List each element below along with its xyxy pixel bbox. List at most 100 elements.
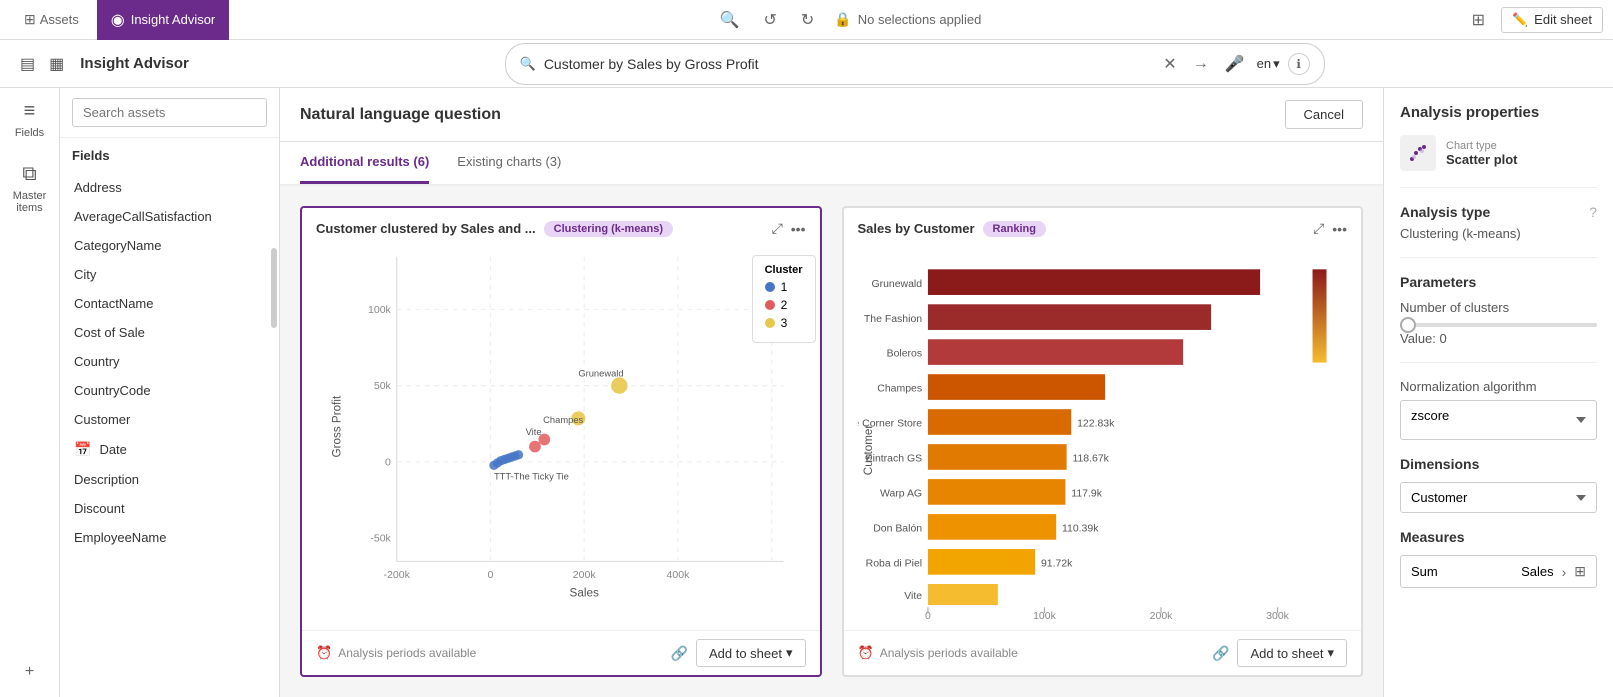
field-item-employeename[interactable]: EmployeeName: [60, 523, 279, 552]
expand-chart-2-btn[interactable]: ⤢: [1313, 220, 1324, 237]
nlq-title: Natural language question: [300, 106, 501, 124]
svg-text:Grunewald: Grunewald: [871, 279, 922, 290]
submit-search-btn[interactable]: →: [1189, 51, 1213, 77]
scatter-plot-svg: 100k 50k 0 -50k -200k 0 200k 400k Sales …: [316, 245, 806, 620]
field-item-date[interactable]: 📅 Date: [60, 434, 279, 465]
dim-select[interactable]: Customer: [1400, 482, 1597, 513]
redo-btn[interactable]: ↻: [797, 6, 818, 34]
legend-dot-2: [765, 300, 775, 310]
field-item-address[interactable]: Address: [60, 173, 279, 202]
clear-search-btn[interactable]: ✕: [1159, 50, 1180, 78]
field-item-city[interactable]: City: [60, 260, 279, 289]
chart-1-badge: Clustering (k-means): [544, 221, 673, 237]
chart-2-badge: Ranking: [983, 221, 1046, 237]
chevron-down-icon-2: ▾: [1327, 645, 1334, 661]
param-value: Value: 0: [1400, 331, 1597, 363]
svg-text:Grunewald: Grunewald: [578, 368, 623, 378]
svg-text:-200k: -200k: [384, 569, 411, 581]
search-input[interactable]: [544, 56, 1151, 72]
measure-expand-btn[interactable]: ›: [1562, 564, 1567, 580]
svg-text:0: 0: [385, 456, 391, 468]
tab-existing-charts[interactable]: Existing charts (3): [457, 142, 561, 184]
add-to-sheet-1-btn[interactable]: Add to sheet ▾: [696, 639, 806, 667]
field-item-countrycode[interactable]: CountryCode: [60, 376, 279, 405]
sidebar-item-fields[interactable]: ≡ Fields: [15, 100, 44, 139]
svg-text:-50k: -50k: [370, 532, 391, 544]
svg-text:Customer: Customer: [861, 425, 874, 476]
link-chart-1-btn[interactable]: 🔗: [671, 645, 688, 662]
field-item-costofsale[interactable]: Cost of Sale: [60, 318, 279, 347]
lang-select[interactable]: en ▾: [1257, 56, 1280, 72]
undo-btn[interactable]: ↺: [759, 6, 780, 34]
field-item-contactname[interactable]: ContactName: [60, 289, 279, 318]
expand-chart-1-btn[interactable]: ⤢: [772, 220, 783, 237]
field-item-description[interactable]: Description: [60, 465, 279, 494]
tab-additional-results[interactable]: Additional results (6): [300, 142, 429, 184]
fields-section-title: Fields: [72, 148, 267, 163]
tab-assets[interactable]: ⊞ Assets: [10, 0, 93, 40]
svg-text:Roba di Piel: Roba di Piel: [865, 559, 921, 570]
more-chart-1-btn[interactable]: •••: [791, 221, 806, 237]
params-title: Parameters: [1400, 274, 1597, 290]
fields-list: Address AverageCallSatisfaction Category…: [60, 173, 279, 697]
nlq-header: Natural language question Cancel: [280, 88, 1383, 142]
svg-text:The Fashion: The Fashion: [863, 314, 921, 325]
measure-row-1-right: Sales › ⊞: [1521, 563, 1586, 580]
measures-title: Measures: [1400, 529, 1597, 545]
scatter-legend: Cluster 1 2 3: [752, 255, 816, 343]
search-assets-input[interactable]: [72, 98, 267, 127]
grid-icon-btn[interactable]: ⊞: [1468, 6, 1489, 34]
legend-dot-3: [765, 318, 775, 328]
measure-grid-btn[interactable]: ⊞: [1574, 563, 1586, 580]
link-chart-2-btn[interactable]: 🔗: [1212, 645, 1229, 662]
analysis-type-help[interactable]: ?: [1589, 204, 1597, 220]
clusters-slider[interactable]: [1400, 323, 1597, 327]
search-icon-btn[interactable]: 🔍: [716, 6, 744, 34]
chart-2-title: Sales by Customer: [858, 221, 975, 236]
results-tabs: Additional results (6) Existing charts (…: [280, 142, 1383, 186]
sidebar-item-master-items[interactable]: ⧉ Master items: [0, 163, 59, 214]
edit-sheet-btn[interactable]: ✏️ Edit sheet: [1501, 7, 1603, 33]
chart-2-header: Sales by Customer Ranking ⤢ •••: [844, 208, 1362, 245]
main-layout: ≡ Fields ⧉ Master items + Fields Address…: [0, 88, 1613, 697]
left-sidebar: ≡ Fields ⧉ Master items +: [0, 88, 60, 697]
mic-btn[interactable]: 🎤: [1221, 50, 1249, 78]
svg-text:151.55k: 151.55k: [1110, 384, 1148, 395]
chart-2-footer-left: ⏰ Analysis periods available: [858, 645, 1018, 661]
right-panel: Analysis properties Chart type Scatter p…: [1383, 88, 1613, 697]
chart-type-section: Chart type Scatter plot: [1400, 135, 1597, 188]
add-to-sheet-2-btn[interactable]: Add to sheet ▾: [1237, 639, 1347, 667]
chart-1-title: Customer clustered by Sales and ...: [316, 221, 536, 236]
top-bar-right: ⊞ ✏️ Edit sheet: [1468, 6, 1603, 34]
field-item-country[interactable]: Country: [60, 347, 279, 376]
search-icon: 🔍: [520, 56, 536, 72]
fields-search-area: [60, 88, 279, 138]
field-item-avgcall[interactable]: AverageCallSatisfaction: [60, 202, 279, 231]
svg-text:200k: 200k: [1149, 611, 1172, 620]
info-btn[interactable]: ℹ: [1288, 53, 1310, 75]
fields-scroll-indicator: [271, 248, 277, 328]
svg-text:400k: 400k: [667, 569, 691, 581]
svg-text:110.39k: 110.39k: [1061, 524, 1098, 535]
more-chart-2-btn[interactable]: •••: [1332, 221, 1347, 237]
field-item-categoryname[interactable]: CategoryName: [60, 231, 279, 260]
analysis-type-header: Analysis type ?: [1400, 204, 1597, 220]
norm-select[interactable]: zscore: [1400, 400, 1597, 440]
svg-text:Don Balón: Don Balón: [873, 524, 922, 535]
top-bar-tabs: ⊞ Assets ◉ Insight Advisor: [10, 0, 229, 40]
field-item-customer[interactable]: Customer: [60, 405, 279, 434]
svg-text:50k: 50k: [374, 380, 392, 392]
left-panel-toggle[interactable]: ▤: [16, 50, 39, 78]
svg-text:200k: 200k: [573, 569, 597, 581]
right-panel-toggle[interactable]: ▦: [45, 50, 68, 78]
cancel-btn[interactable]: Cancel: [1285, 100, 1363, 129]
svg-text:TTT-The Ticky Tie: TTT-The Ticky Tie: [494, 471, 569, 481]
charts-grid: Customer clustered by Sales and ... Clus…: [280, 186, 1383, 697]
add-panel-btn[interactable]: +: [21, 659, 38, 685]
field-item-discount[interactable]: Discount: [60, 494, 279, 523]
svg-text:118.67k: 118.67k: [1072, 454, 1109, 465]
chart-card-scatter: Customer clustered by Sales and ... Clus…: [300, 206, 822, 677]
tab-insight[interactable]: ◉ Insight Advisor: [97, 0, 230, 40]
chart-1-actions: ⤢ •••: [772, 220, 806, 237]
chart-type-info: Chart type Scatter plot: [1446, 140, 1518, 167]
